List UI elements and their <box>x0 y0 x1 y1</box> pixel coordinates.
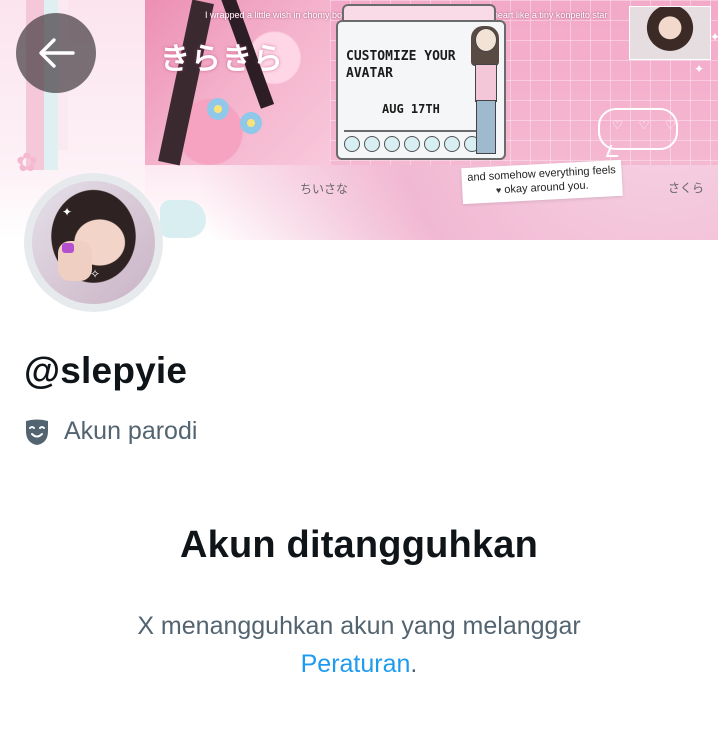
banner-photo-collage <box>145 0 330 166</box>
suspended-message: X menangguhkan akun yang melanggar Perat… <box>0 607 718 683</box>
blue-decoration <box>160 200 206 238</box>
window-title: CUSTOMIZE YOUR AVATAR <box>346 49 456 81</box>
chat-bubble-hearts: ♡ ♡ ♡ <box>612 118 682 132</box>
profile-username: @slepyie <box>24 350 188 391</box>
heart-icon: ♥ <box>495 185 502 196</box>
avatar-photo: ✦ ✧ <box>32 181 155 304</box>
profile-avatar[interactable]: ✦ ✧ <box>24 173 163 312</box>
banner-label-left: ちいさな <box>300 182 349 196</box>
parody-account-label: Akun parodi <box>24 417 197 446</box>
parody-label-text: Akun parodi <box>64 417 198 445</box>
banner-kirakira-text: きらきら <box>160 42 284 77</box>
window-tab <box>342 4 496 20</box>
suspended-title: Akun ditangguhkan <box>179 524 539 566</box>
avatar-figure-drawing <box>465 26 505 156</box>
theater-mask-icon <box>24 418 50 446</box>
banner-thumbnail-photo <box>629 6 711 60</box>
back-button[interactable] <box>16 13 96 93</box>
rules-link[interactable]: Peraturan <box>301 650 411 678</box>
profile-page: ✿ きらきら I wrapped a little wish in chomy … <box>0 0 718 739</box>
window-date: AUG 17TH <box>382 102 440 116</box>
trailing-punctuation: . <box>410 650 418 678</box>
banner-note-card: and somehow everything feels ♥ okay aroun… <box>461 159 623 205</box>
star-icon: ✦ <box>694 62 705 76</box>
flower-decoration: ✿ <box>16 148 38 178</box>
suspended-body-text: X menangguhkan akun yang melanggar <box>137 612 581 640</box>
arrow-left-icon <box>39 38 75 68</box>
banner-label-right: さくら <box>668 181 705 195</box>
star-icon: ✦ <box>710 30 718 44</box>
